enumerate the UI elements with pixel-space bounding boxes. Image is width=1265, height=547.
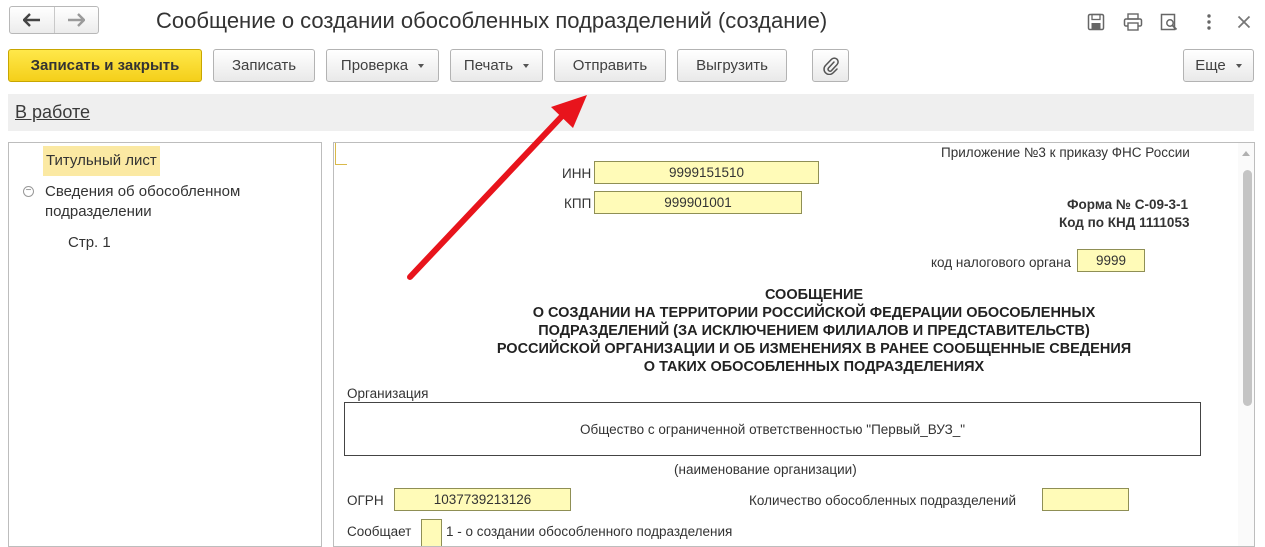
heading-line-1: СООБЩЕНИЕ <box>764 287 864 303</box>
attach-file-button[interactable] <box>812 49 849 82</box>
back-arrow-icon <box>22 13 40 27</box>
close-window-button[interactable] <box>1233 11 1255 33</box>
form-number: Форма № С-09-3-1 <box>1067 197 1188 212</box>
organization-label: Организация <box>347 386 429 401</box>
chevron-down-icon <box>1235 63 1242 68</box>
chevron-down-icon <box>418 63 425 68</box>
units-count-label: Количество обособленных подразделений <box>749 493 1017 508</box>
forward-button[interactable] <box>53 7 99 33</box>
ogrn-label: ОГРН <box>347 493 384 508</box>
tree-item-page-1[interactable]: Стр. 1 <box>68 234 111 251</box>
export-button[interactable]: Выгрузить <box>677 49 787 82</box>
more-label: Еще <box>1195 57 1226 74</box>
reports-option: 1 - о создании обособленного подразделен… <box>446 524 733 539</box>
organization-name-field[interactable]: Общество с ограниченной ответственностью… <box>344 402 1201 456</box>
scroll-thumb[interactable] <box>1243 170 1252 406</box>
ogrn-field[interactable]: 1037739213126 <box>394 488 571 511</box>
save-window-button[interactable] <box>1085 11 1107 33</box>
close-icon <box>1237 15 1251 29</box>
preview-window-button[interactable] <box>1158 11 1180 33</box>
window-title: Сообщение о создании обособленных подраз… <box>156 8 828 33</box>
cursor-marker <box>335 143 347 165</box>
status-bar: В работе <box>8 94 1254 131</box>
units-count-field[interactable] <box>1042 488 1129 511</box>
check-button[interactable]: Проверка <box>326 49 439 82</box>
save-and-close-button[interactable]: Записать и закрыть <box>8 49 202 82</box>
status-link[interactable]: В работе <box>15 102 90 123</box>
print-button[interactable]: Печать <box>450 49 543 82</box>
kpp-field[interactable]: 999901001 <box>594 191 802 214</box>
paperclip-icon <box>822 56 839 75</box>
navigation-buttons <box>9 6 99 34</box>
scroll-up-icon[interactable] <box>1242 151 1250 156</box>
tax-office-field[interactable]: 9999 <box>1077 249 1145 272</box>
kpp-label: КПП <box>564 196 592 211</box>
send-label: Отправить <box>572 57 648 74</box>
forward-arrow-icon <box>68 13 86 27</box>
reports-label: Сообщает <box>347 524 412 539</box>
collapse-icon[interactable]: − <box>23 186 34 197</box>
save-label: Записать <box>231 57 297 74</box>
export-label: Выгрузить <box>696 57 768 74</box>
form-document: Приложение №3 к приказу ФНС России ИНН 9… <box>333 142 1255 547</box>
more-actions-button[interactable] <box>1198 11 1220 33</box>
send-button[interactable]: Отправить <box>554 49 666 82</box>
heading-line-5: О ТАКИХ ОБОСОБЛЕННЫХ ПОДРАЗДЕЛЕНИЯХ <box>643 359 985 375</box>
inn-field[interactable]: 9999151510 <box>594 161 819 184</box>
inn-label: ИНН <box>562 166 592 181</box>
back-button[interactable] <box>10 7 54 33</box>
save-and-close-label: Записать и закрыть <box>30 57 180 74</box>
heading-line-3: ПОДРАЗДЕЛЕНИЙ (ЗА ИСКЛЮЧЕНИЕМ ФИЛИАЛОВ И… <box>538 323 1090 339</box>
print-label: Печать <box>463 57 514 74</box>
tree-item-title-page[interactable]: Титульный лист <box>43 146 160 176</box>
heading-line-2: О СОЗДАНИИ НА ТЕРРИТОРИИ РОССИЙСКОЙ ФЕДЕ… <box>532 305 1096 321</box>
appendix-note: Приложение №3 к приказу ФНС России <box>941 145 1190 160</box>
save-icon <box>1087 13 1105 31</box>
sections-tree: Титульный лист − Сведения об обособленно… <box>8 142 322 547</box>
tree-item-unit-info[interactable]: Сведения об обособленном подразделении <box>45 182 305 222</box>
more-button[interactable]: Еще <box>1183 49 1254 82</box>
save-button[interactable]: Записать <box>213 49 315 82</box>
organization-caption: (наименование организации) <box>674 462 857 477</box>
knd-code: Код по КНД 1111053 <box>1059 215 1190 230</box>
print-icon <box>1123 13 1143 31</box>
check-label: Проверка <box>340 57 409 74</box>
reports-field[interactable] <box>421 519 442 546</box>
preview-icon <box>1160 13 1178 31</box>
organization-name-value: Общество с ограниченной ответственностью… <box>579 421 966 437</box>
print-window-button[interactable] <box>1122 11 1144 33</box>
tax-office-label: код налогового органа <box>931 255 1072 270</box>
chevron-down-icon <box>523 63 530 68</box>
heading-line-4: РОССИЙСКОЙ ОРГАНИЗАЦИИ И ОБ ИЗМЕНЕНИЯХ В… <box>496 341 1132 357</box>
form-scrollbar[interactable] <box>1238 143 1254 546</box>
more-vertical-icon <box>1207 14 1211 30</box>
